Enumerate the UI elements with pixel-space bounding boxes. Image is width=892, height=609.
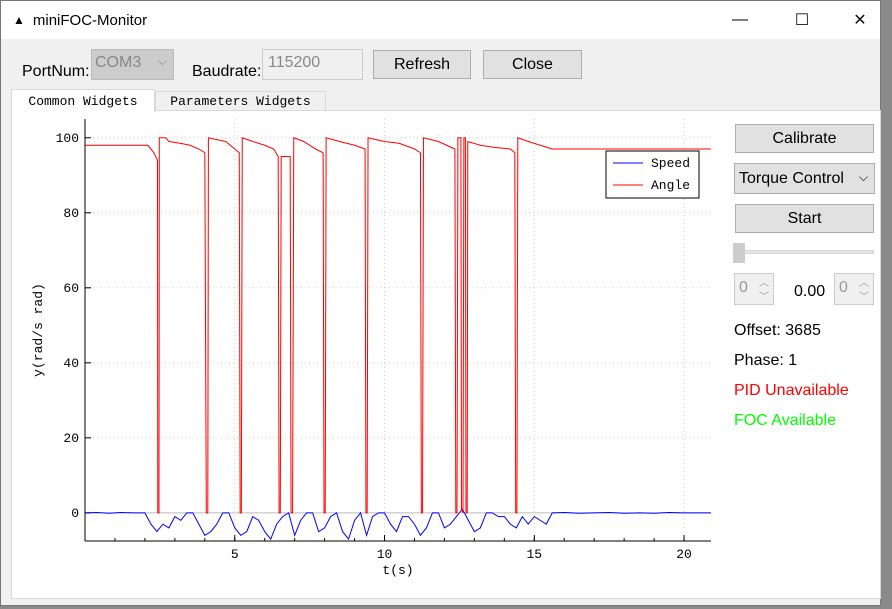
y-tick-label: 40 bbox=[63, 356, 79, 371]
port-select[interactable]: COM3 ⌵ bbox=[91, 49, 174, 80]
calibrate-button[interactable]: Calibrate bbox=[735, 124, 874, 153]
spin-right[interactable]: 0 ︿ ﹀ bbox=[834, 273, 874, 305]
mode-select[interactable]: Torque Control ⌵ bbox=[734, 163, 875, 194]
spin-right-value: 0 bbox=[839, 279, 848, 296]
refresh-button[interactable]: Refresh bbox=[373, 50, 471, 79]
maximize-icon[interactable]: ☐ bbox=[779, 1, 825, 39]
slider-handle[interactable] bbox=[733, 243, 745, 263]
y-tick-label: 20 bbox=[63, 431, 79, 446]
chevron-down-icon: ⌵ bbox=[157, 54, 167, 68]
pid-status: PID Unavailable bbox=[734, 382, 849, 399]
window-title: miniFOC-Monitor bbox=[32, 11, 148, 29]
series-speed-line bbox=[84, 508, 711, 541]
main-window: ▲ miniFOC-Monitor — ☐ ✕ PortNum: COM3 ⌵ B… bbox=[0, 0, 881, 606]
up-arrow-icon[interactable]: ︿ bbox=[759, 274, 769, 289]
x-tick-label: 5 bbox=[231, 547, 239, 562]
y-tick-label: 100 bbox=[56, 131, 79, 146]
port-value: COM3 bbox=[95, 54, 142, 71]
app-logo-icon: ▲ bbox=[13, 13, 25, 27]
baud-label: Baudrate: bbox=[192, 63, 262, 80]
y-tick-label: 80 bbox=[63, 206, 79, 221]
legend-label: Speed bbox=[651, 156, 690, 171]
plot-chart: 5 10 15 20 0 20 40 60 80 100 t(s) y(rad/s rad) Speed… bbox=[31, 119, 711, 578]
x-tick-label: 15 bbox=[526, 547, 542, 562]
spin-left-value: 0 bbox=[739, 279, 748, 296]
foc-status: FOC Available bbox=[734, 412, 836, 429]
slider-track[interactable] bbox=[734, 250, 874, 254]
tab-common-widgets[interactable]: Common Widgets bbox=[11, 89, 155, 112]
close-icon[interactable]: ✕ bbox=[837, 1, 883, 39]
offset-label: Offset: 3685 bbox=[734, 322, 821, 339]
spin-left[interactable]: 0 ︿ ﹀ bbox=[734, 273, 774, 305]
tab-parameters-widgets[interactable]: Parameters Widgets bbox=[155, 91, 326, 111]
y-tick-label: 60 bbox=[63, 281, 79, 296]
phase-label: Phase: 1 bbox=[734, 352, 798, 369]
y-tick-label: 0 bbox=[71, 506, 79, 521]
x-tick-label: 20 bbox=[676, 547, 692, 562]
chevron-down-icon: ⌵ bbox=[858, 170, 868, 184]
start-button[interactable]: Start bbox=[735, 204, 874, 233]
legend-label: Angle bbox=[651, 178, 690, 193]
value-display: 0.00 bbox=[794, 283, 826, 300]
x-axis-label: t(s) bbox=[382, 563, 413, 578]
y-axis-label: y(rad/s rad) bbox=[31, 283, 46, 377]
up-arrow-icon[interactable]: ︿ bbox=[859, 274, 869, 289]
port-label: PortNum: bbox=[22, 63, 90, 80]
title-bar: ▲ miniFOC-Monitor — ☐ ✕ bbox=[1, 1, 880, 39]
baudrate-input[interactable]: 115200 bbox=[262, 49, 363, 80]
close-button[interactable]: Close bbox=[483, 50, 582, 79]
down-arrow-icon[interactable]: ﹀ bbox=[859, 288, 869, 303]
down-arrow-icon[interactable]: ﹀ bbox=[759, 288, 769, 303]
x-tick-label: 10 bbox=[377, 547, 393, 562]
minimize-icon[interactable]: — bbox=[717, 1, 763, 39]
mode-value: Torque Control bbox=[739, 169, 844, 187]
